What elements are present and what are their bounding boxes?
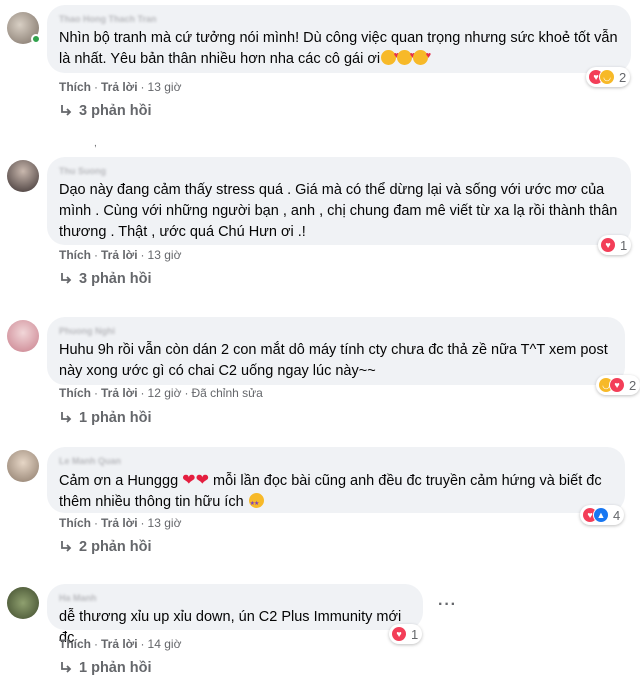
edited-label[interactable]: Đã chỉnh sửa xyxy=(191,386,262,400)
comment-text: Nhìn bộ tranh mà cứ tưởng nói mình! Dù c… xyxy=(59,28,619,70)
like-button[interactable]: Thích xyxy=(59,80,91,94)
comment-actions: Thích · Trả lời · 13 giờ xyxy=(59,80,182,94)
reply-arrow-icon xyxy=(61,105,72,116)
comment-timestamp[interactable]: 13 giờ xyxy=(148,516,182,530)
red-heart-icon: ❤ xyxy=(182,472,196,489)
comment-actions: Thích · Trả lời · 13 giờ xyxy=(59,516,182,530)
comment-author[interactable]: Phuong Nghi xyxy=(59,325,613,337)
reply-arrow-icon xyxy=(61,412,72,423)
reaction-summary[interactable]: ♥ ▲ 4 xyxy=(580,505,625,525)
avatar[interactable] xyxy=(7,587,39,619)
reply-button[interactable]: Trả lời xyxy=(101,386,138,400)
comment-bubble: Thu Suong Dạo này đang cảm thấy stress q… xyxy=(47,157,631,245)
smiling-face-with-hearts-icon xyxy=(413,45,431,66)
smiling-face-with-hearts-icon xyxy=(397,45,415,66)
love-reaction-icon: ♥ xyxy=(600,237,616,253)
smiling-face-with-hearts-icon xyxy=(381,45,399,66)
comment-timestamp[interactable]: 13 giờ xyxy=(148,80,182,94)
avatar[interactable] xyxy=(7,320,39,352)
comment-author[interactable]: Thao Hong Thach Tran xyxy=(59,13,619,25)
comment-timestamp[interactable]: 12 giờ xyxy=(148,386,182,400)
reaction-count: 2 xyxy=(619,69,627,85)
comment-timestamp[interactable]: 13 giờ xyxy=(148,248,182,262)
comment-bubble: Le Manh Quan Cảm ơn a Hunggg ❤❤ mỗi lần … xyxy=(47,447,625,515)
comment-actions: Thích · Trả lời · 13 giờ xyxy=(59,248,182,262)
online-status-dot xyxy=(31,34,41,44)
reply-button[interactable]: Trả lời xyxy=(101,248,138,262)
red-heart-icon: ❤ xyxy=(195,472,209,489)
reply-button[interactable]: Trả lời xyxy=(101,637,138,651)
view-replies-link[interactable]: 3 phản hồi xyxy=(59,101,152,121)
reaction-count: 4 xyxy=(613,507,621,523)
reaction-summary[interactable]: ◡ ♥ 2 xyxy=(596,375,640,395)
reaction-summary[interactable]: ♥ 1 xyxy=(389,624,423,644)
reply-button[interactable]: Trả lời xyxy=(101,516,138,530)
comment-actions: Thích · Trả lời · 12 giờ · Đã chỉnh sửa xyxy=(59,386,263,400)
reaction-summary[interactable]: ♥ ◡ 2 xyxy=(586,67,631,87)
reaction-count: 1 xyxy=(620,237,628,253)
love-reaction-icon: ♥ xyxy=(391,626,407,642)
love-reaction-icon: ♥ xyxy=(609,377,625,393)
comment-text: Dạo này đang cảm thấy stress quá . Giá m… xyxy=(59,182,618,240)
comment-bubble: Ha Manh dễ thương xỉu up xỉu down, ún C2… xyxy=(47,584,423,646)
view-replies-link[interactable]: 3 phản hồi xyxy=(59,269,152,289)
stray-mark: , xyxy=(94,138,97,149)
like-button[interactable]: Thích xyxy=(59,248,91,262)
like-button[interactable]: Thích xyxy=(59,637,91,651)
comment-text: Cảm ơn a Hunggg ❤❤ mỗi lần đọc bài cũng … xyxy=(59,470,613,515)
haha-reaction-icon: ◡ xyxy=(599,69,615,85)
comment-timestamp[interactable]: 14 giờ xyxy=(148,637,182,651)
comment-text: Huhu 9h rồi vẫn còn dán 2 con mắt dô máy… xyxy=(59,342,608,379)
comment-bubble: Phuong Nghi Huhu 9h rồi vẫn còn dán 2 co… xyxy=(47,317,625,385)
star-struck-icon xyxy=(248,493,264,515)
view-replies-link[interactable]: 1 phản hồi xyxy=(59,408,152,428)
like-button[interactable]: Thích xyxy=(59,516,91,530)
avatar[interactable] xyxy=(7,160,39,192)
avatar[interactable] xyxy=(7,450,39,482)
reaction-count: 2 xyxy=(629,377,637,393)
reply-arrow-icon xyxy=(61,662,72,673)
reply-button[interactable]: Trả lời xyxy=(101,80,138,94)
more-options-button[interactable]: ··· xyxy=(438,596,457,614)
comment-author[interactable]: Thu Suong xyxy=(59,165,619,177)
comment-bubble: Thao Hong Thach Tran Nhìn bộ tranh mà cứ… xyxy=(47,5,631,73)
reply-arrow-icon xyxy=(61,541,72,552)
comment-author[interactable]: Ha Manh xyxy=(59,592,411,604)
reply-arrow-icon xyxy=(61,273,72,284)
reaction-summary[interactable]: ♥ 1 xyxy=(598,235,632,255)
comment-actions: Thích · Trả lời · 14 giờ xyxy=(59,637,182,651)
like-button[interactable]: Thích xyxy=(59,386,91,400)
view-replies-link[interactable]: 1 phản hồi xyxy=(59,658,152,678)
comment-author[interactable]: Le Manh Quan xyxy=(59,455,613,467)
reaction-count: 1 xyxy=(411,626,419,642)
view-replies-link[interactable]: 2 phản hồi xyxy=(59,537,152,557)
like-reaction-icon: ▲ xyxy=(593,507,609,523)
